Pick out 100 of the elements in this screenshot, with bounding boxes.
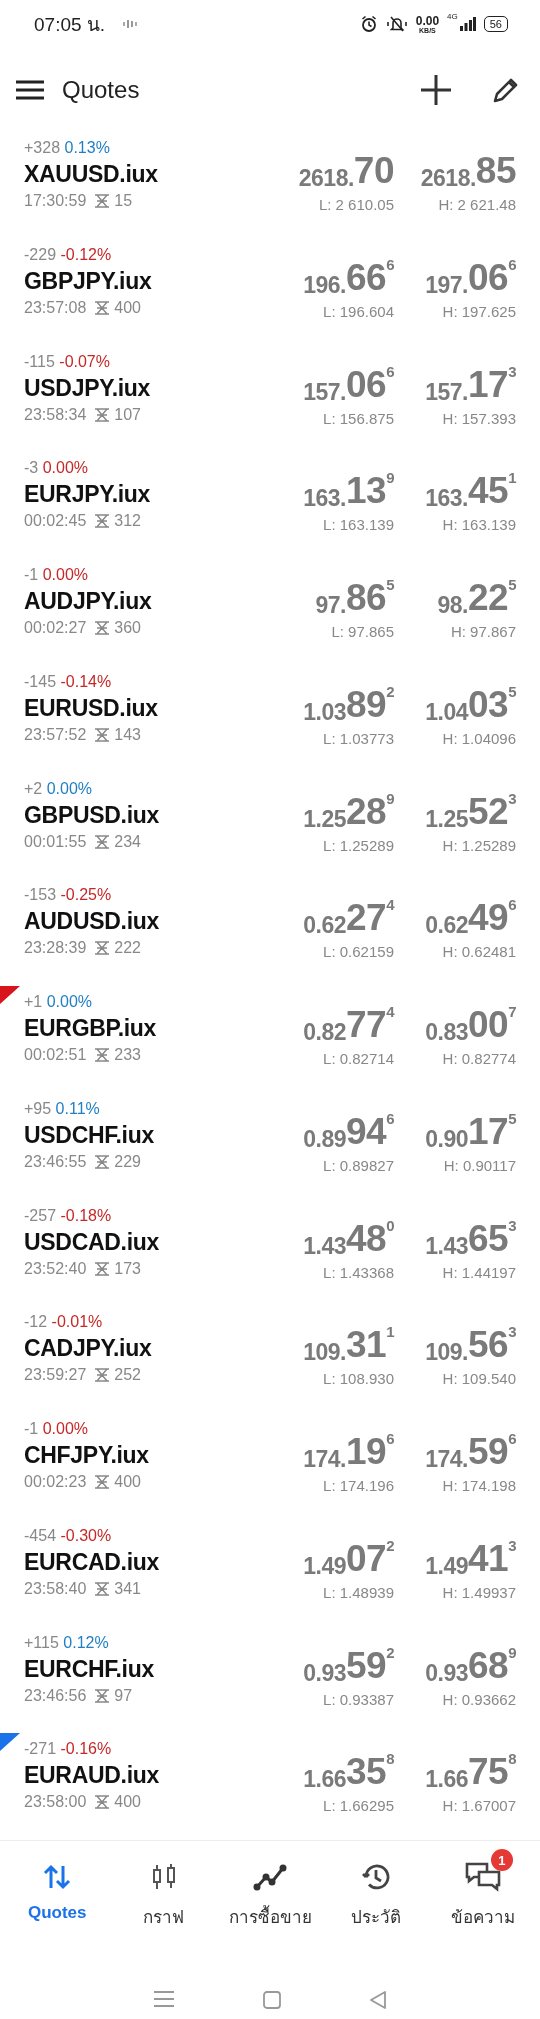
symbol-name: EURCAD.iux	[24, 1547, 160, 1577]
low-price: L: 0.93387	[322, 1690, 394, 1708]
line-chart-icon	[253, 1863, 287, 1891]
symbol-name: XAUUSD.iux	[24, 160, 159, 189]
arrows-icon	[42, 1864, 73, 1890]
quote-time: 23:57:52	[24, 724, 87, 745]
spread-value: 222	[114, 938, 141, 959]
symbol-name: AUDUSD.iux	[24, 907, 160, 937]
low-price: L: 1.43368	[322, 1263, 394, 1281]
spread-value: 15	[114, 191, 133, 211]
quote-time: 23:46:55	[24, 1151, 87, 1172]
low-price: L: 2 610.05	[317, 196, 394, 213]
change-points: +115	[24, 1633, 59, 1651]
spread-icon	[94, 1047, 111, 1063]
pencil-icon[interactable]	[492, 76, 520, 104]
high-price: H: 197.625	[441, 302, 516, 320]
nav-tab[interactable]: 1 ข้อความ	[429, 1845, 537, 1990]
change-percent: -0.25%	[60, 886, 112, 904]
home-icon[interactable]	[262, 1990, 282, 2010]
quote-time: 23:46:56	[24, 1685, 87, 1706]
add-icon[interactable]	[420, 74, 452, 106]
high-price: H: 0.93662	[441, 1690, 516, 1708]
back-icon[interactable]	[368, 1990, 387, 2010]
change-percent: 0.00%	[46, 779, 93, 797]
spread-value: 400	[114, 1792, 141, 1813]
nav-tab[interactable]: Quotes	[4, 1845, 111, 1990]
low-price: L: 97.865	[330, 623, 394, 640]
quote-time: 23:28:39	[24, 938, 87, 959]
high-price: H: 0.62481	[441, 943, 516, 961]
chat-icon	[464, 1861, 501, 1893]
spread-value: 400	[114, 1472, 141, 1492]
nav-tab[interactable]: กราฟ	[110, 1845, 217, 1990]
spread-value: 173	[114, 1258, 141, 1279]
spread-value: 252	[114, 1365, 141, 1386]
change-points: -145	[24, 672, 57, 690]
spread-icon	[94, 1794, 111, 1811]
spread-icon	[94, 193, 111, 209]
high-price: H: 109.540	[441, 1370, 516, 1388]
change-points: -271	[24, 1740, 57, 1758]
high-price: H: 2 621.48	[437, 196, 516, 213]
change-points: -1	[24, 1420, 39, 1437]
spread-icon	[94, 1260, 111, 1277]
symbol-name: USDCHF.iux	[24, 1120, 155, 1150]
high-price: H: 1.04096	[441, 729, 516, 747]
change-points: +95	[24, 1099, 52, 1117]
change-percent: 0.00%	[42, 1420, 89, 1437]
low-price: L: 163.139	[322, 516, 394, 534]
high-price: H: 1.67007	[441, 1797, 516, 1815]
symbol-name: CHFJPY.iux	[24, 1441, 150, 1470]
low-price: L: 156.875	[322, 409, 394, 427]
change-percent: 0.00%	[46, 993, 93, 1010]
change-points: -153	[24, 886, 57, 904]
quote-time: 00:02:45	[24, 511, 87, 532]
change-percent: 0.12%	[63, 1633, 109, 1651]
high-price: H: 1.44197	[441, 1263, 516, 1281]
quote-time: 17:30:59	[24, 191, 87, 211]
ask-price: 2618.85	[419, 150, 516, 192]
quote-time: 23:52:40	[24, 1258, 87, 1279]
low-price: L: 1.25289	[322, 836, 394, 854]
menu-icon[interactable]	[16, 80, 44, 100]
change-percent: -0.16%	[60, 1740, 112, 1758]
change-points: +1	[24, 993, 43, 1010]
quote-row[interactable]: +328 0.13% XAUUSD.iux 17:30:59 15 2618.70 2618.85 L: 2 610.05 H: 2 621.48	[0, 132, 540, 239]
high-price: H: 0.82774	[441, 1050, 516, 1067]
symbol-name: EURGBP.iux	[24, 1014, 158, 1043]
spread-value: 229	[114, 1151, 141, 1172]
change-percent: -0.30%	[60, 1526, 112, 1544]
change-percent: 0.00%	[42, 566, 89, 583]
quote-time: 23:58:40	[24, 1578, 87, 1599]
spread-icon	[94, 406, 111, 423]
spread-icon	[94, 513, 111, 530]
quote-time: 00:02:51	[24, 1045, 87, 1065]
spread-value: 400	[114, 297, 141, 318]
spread-icon	[94, 833, 111, 850]
change-percent: 0.00%	[42, 459, 89, 477]
change-points: -454	[24, 1526, 57, 1544]
symbol-name: GBPUSD.iux	[24, 800, 161, 830]
high-price: H: 97.867	[449, 623, 516, 640]
spread-icon	[94, 1580, 111, 1597]
quote-time: 23:57:08	[24, 297, 87, 318]
spread-value: 341	[114, 1578, 141, 1599]
recents-icon[interactable]	[153, 1990, 176, 2008]
change-percent: -0.14%	[60, 672, 112, 690]
nav-tab[interactable]: การซื้อขาย	[216, 1845, 324, 1990]
change-points: -12	[24, 1313, 48, 1331]
low-price: L: 174.196	[322, 1477, 394, 1494]
change-percent: 0.13%	[64, 139, 110, 156]
change-points: -1	[24, 566, 39, 583]
spread-icon	[94, 726, 111, 743]
change-points: +328	[24, 139, 61, 156]
quote-time: 00:02:27	[24, 618, 87, 638]
alarm-icon	[359, 15, 378, 33]
spread-value: 97	[114, 1685, 133, 1706]
spread-icon	[94, 1474, 111, 1490]
mute-icon	[385, 15, 408, 33]
low-price: L: 1.48939	[322, 1583, 394, 1601]
spread-icon	[94, 1687, 111, 1704]
low-price: L: 0.82714	[322, 1050, 394, 1067]
nav-tab[interactable]: ประวัติ	[323, 1845, 430, 1990]
symbol-name: EURAUD.iux	[24, 1761, 160, 1791]
